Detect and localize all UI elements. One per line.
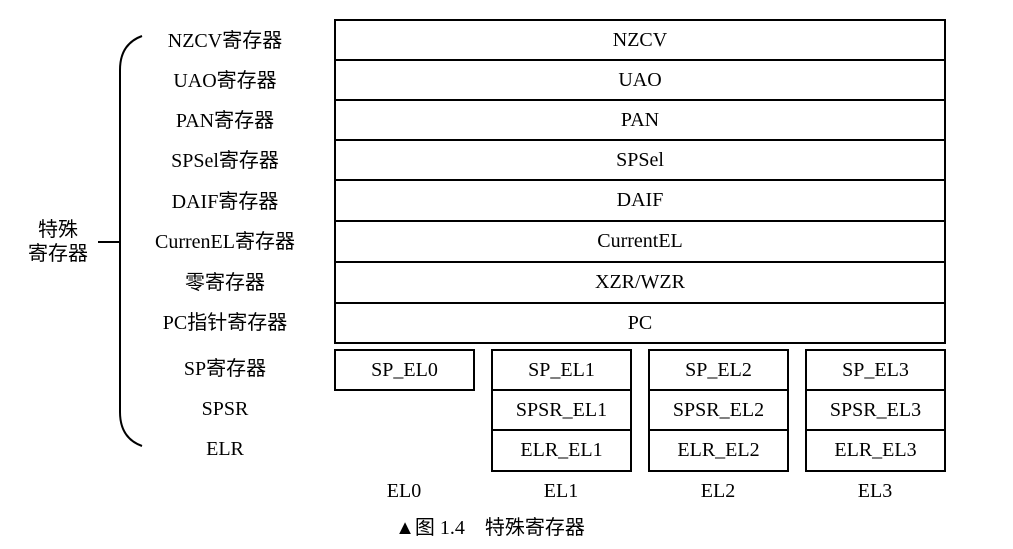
- spsr-el3-box: SPSR_EL3: [805, 389, 946, 431]
- row-label-daif: DAIF寄存器: [171, 191, 279, 213]
- row-label-zero: 零寄存器: [185, 272, 265, 294]
- spsr-el1-box: SPSR_EL1: [491, 389, 632, 431]
- sp-el1-box: SP_EL1: [491, 349, 632, 391]
- sp-el3-box: SP_EL3: [805, 349, 946, 391]
- sp-el0-box: SP_EL0: [334, 349, 475, 391]
- register-currentel: CurrentEL: [334, 220, 946, 263]
- register-pan: PAN: [334, 99, 946, 141]
- row-label-currentel: CurrenEL寄存器: [155, 231, 295, 253]
- group-label-line1: 特殊: [38, 219, 78, 241]
- group-label: 特殊 寄存器: [22, 218, 94, 266]
- group-label-line2: 寄存器: [28, 243, 88, 265]
- row-label-elr: ELR: [206, 438, 244, 460]
- row-label-pc: PC指针寄存器: [162, 312, 288, 334]
- sp-el2-box: SP_EL2: [648, 349, 789, 391]
- row-label-nzcv: NZCV寄存器: [167, 30, 283, 52]
- column-label-el3: EL3: [857, 480, 893, 502]
- row-label-pan: PAN寄存器: [175, 110, 275, 132]
- row-label-sp: SP寄存器: [183, 358, 267, 380]
- column-label-el1: EL1: [543, 480, 579, 502]
- register-nzcv: NZCV: [334, 19, 946, 61]
- elr-el3-box: ELR_EL3: [805, 429, 946, 472]
- register-daif: DAIF: [334, 179, 946, 222]
- row-label-spsel: SPSel寄存器: [171, 150, 279, 172]
- register-uao: UAO: [334, 59, 946, 101]
- spsr-el2-box: SPSR_EL2: [648, 389, 789, 431]
- elr-el2-box: ELR_EL2: [648, 429, 789, 472]
- figure-caption: ▲图 1.4 特殊寄存器: [395, 517, 585, 539]
- column-label-el2: EL2: [700, 480, 736, 502]
- row-label-uao: UAO寄存器: [173, 70, 277, 92]
- row-label-spsr: SPSR: [201, 398, 249, 420]
- elr-el1-box: ELR_EL1: [491, 429, 632, 472]
- register-xzr-wzr: XZR/WZR: [334, 261, 946, 304]
- column-label-el0: EL0: [386, 480, 422, 502]
- register-spsel: SPSel: [334, 139, 946, 181]
- register-pc: PC: [334, 302, 946, 344]
